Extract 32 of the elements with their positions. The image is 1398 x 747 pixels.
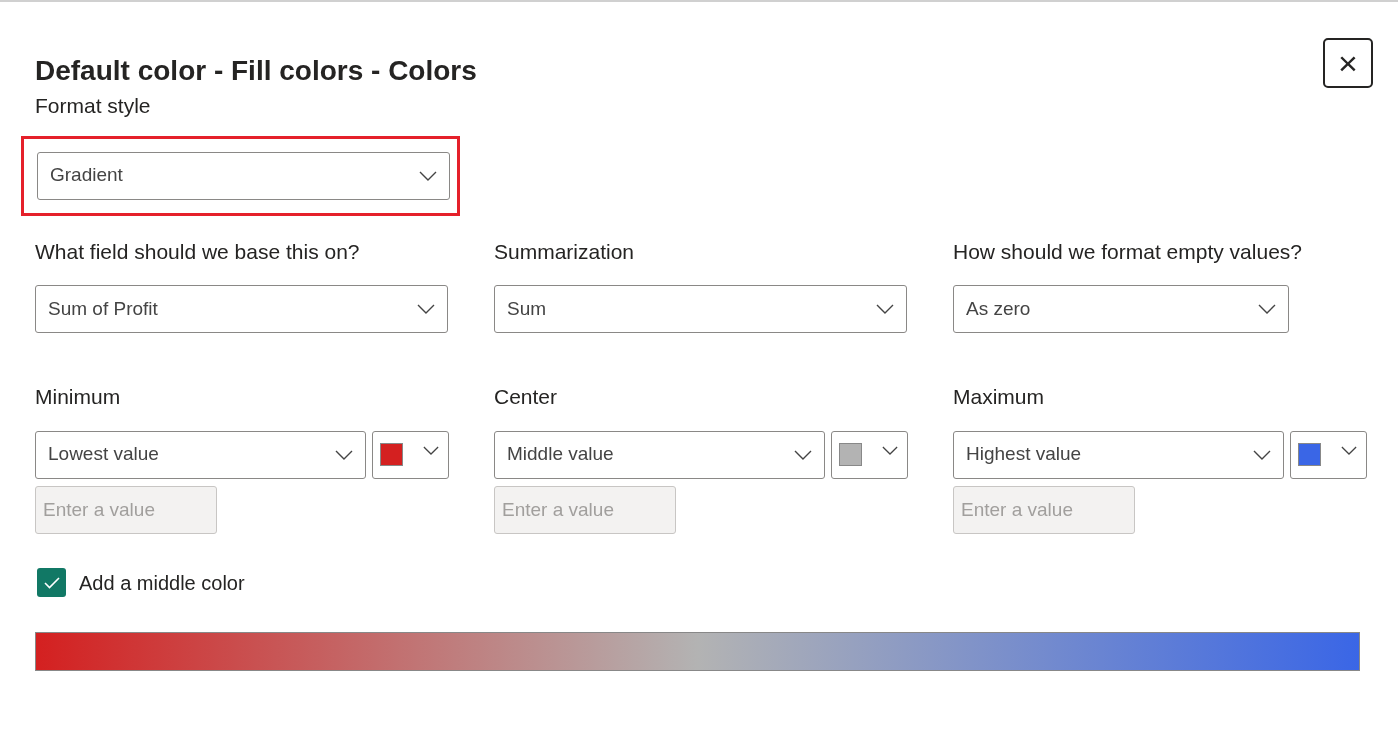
color-picker[interactable]	[371, 430, 449, 479]
chevron-down-icon	[334, 449, 353, 460]
field-label: Summarization	[494, 238, 636, 265]
field-label: Maximum	[953, 384, 1045, 410]
checkbox-label: Add a middle color	[79, 570, 245, 596]
dialog-title: Default color - Fill colors - Colors	[35, 54, 477, 88]
dropdown[interactable]: Middle value	[494, 430, 825, 479]
chevron-down-icon	[417, 304, 435, 314]
field-label: How should we format empty values?	[953, 238, 1303, 265]
dropdown[interactable]: Highest value	[953, 430, 1284, 479]
chevron-down-icon	[1258, 304, 1276, 314]
chevron-down-icon	[419, 170, 437, 181]
chevron-down-icon	[1341, 446, 1357, 455]
dropdown[interactable]: Gradient	[37, 151, 450, 200]
dropdown[interactable]: Lowest value	[35, 430, 366, 479]
close-button[interactable]: ×	[1323, 38, 1373, 88]
chevron-down-icon	[1252, 449, 1271, 460]
chevron-down-icon	[876, 304, 894, 314]
chevron-down-icon	[423, 446, 439, 455]
field-label: Center	[494, 384, 559, 410]
color-picker[interactable]	[830, 430, 908, 479]
field-label: Minimum	[35, 384, 122, 410]
dropdown[interactable]: As zero	[953, 285, 1289, 333]
chevron-down-icon	[882, 446, 898, 455]
dropdown[interactable]: Sum of Profit	[35, 285, 448, 333]
checkbox[interactable]	[37, 568, 66, 597]
field-label: Format style	[35, 93, 152, 119]
chevron-down-icon	[793, 449, 812, 460]
field-label: What field should we base this on?	[35, 238, 361, 265]
checkmark-icon	[43, 576, 60, 589]
color-picker[interactable]	[1289, 430, 1367, 479]
dropdown[interactable]: Sum	[494, 285, 907, 333]
